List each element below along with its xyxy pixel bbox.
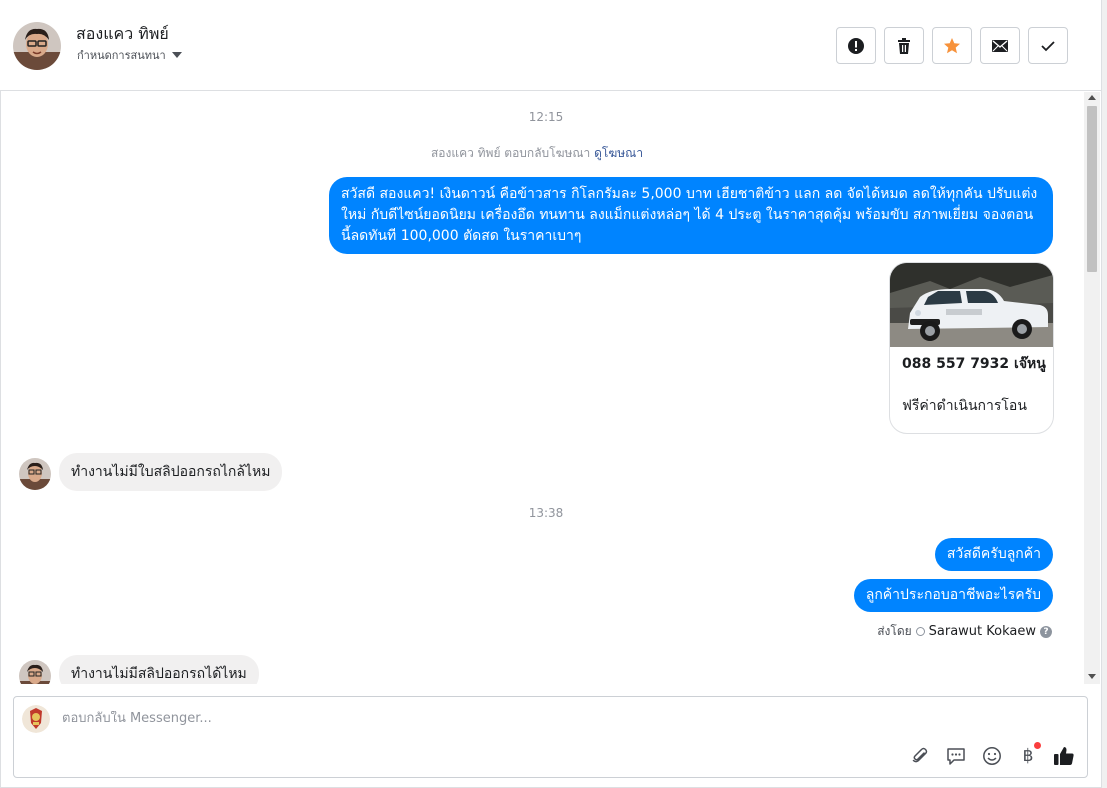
mark-unread-button[interactable] [980,27,1020,64]
help-icon[interactable]: ? [1040,625,1052,638]
car-image [890,263,1053,347]
timestamp: 13:38 [528,506,564,520]
caret-down-icon [171,52,182,58]
contact-avatar[interactable] [13,22,61,70]
like-button[interactable] [1053,745,1075,767]
incoming-message: ทำงานไม่มีใบสลิปออกรถไกล้ไหม [59,453,283,491]
view-ad-link[interactable]: ดูโฆษณา [594,146,643,160]
attach-button[interactable] [909,745,931,767]
scrollbar-thumb[interactable] [1087,106,1097,272]
composer-tools: ฿ [909,742,1075,767]
message-thread[interactable]: 12:15 สองแคว ทิพย์ ตอบกลับโฆษณา ดูโฆษณา … [1,92,1084,684]
delete-button[interactable] [884,27,924,64]
ad-card[interactable]: 088 557 7932 เจ๊หนู ฟรีค่าดำเนินการโอน [889,262,1054,434]
contact-avatar-small [19,660,51,684]
sent-by-info: ส่งโดย Sarawut Kokaew ? [877,622,1052,641]
saved-replies-button[interactable] [945,745,967,767]
assign-conversation-dropdown[interactable]: กำหนดการสนทนา [77,46,182,64]
star-icon [944,37,960,53]
paperclip-icon [912,747,928,763]
thumbs-up-icon [1054,747,1074,765]
star-button[interactable] [932,27,972,64]
ad-reply-text: สองแคว ทิพย์ ตอบกลับโฆษณา [430,146,591,160]
outgoing-message: สวัสดี สองแคว! เงินดาวน์ คือข้าวสาร กิโล… [329,177,1053,254]
timestamp: 12:15 [528,110,564,124]
incoming-message: ทำงานไม่มีสลิปออกรถได้ไหม [59,655,259,684]
smiley-icon [983,747,1001,765]
baht-icon: ฿ [1022,746,1034,766]
outgoing-message: สวัสดีครับลูกค้า [934,538,1053,571]
envelope-icon [992,39,1008,52]
ad-reply-notice: สองแคว ทิพย์ ตอบกลับโฆษณา ดูโฆษณา [1,144,1073,163]
checkmark-icon [1041,40,1055,51]
card-title: 088 557 7932 เจ๊หนู [902,356,1046,372]
card-subtitle: ฟรีค่าดำเนินการโอน [902,398,1027,414]
thread-scrollbar[interactable] [1084,92,1100,684]
window-edge [1101,0,1107,788]
chat-bubble-icon [947,748,965,765]
scroll-down-icon[interactable] [1088,674,1096,679]
contact-avatar-small [19,458,51,490]
header-actions [836,27,1068,64]
trash-icon [898,37,910,54]
payment-button[interactable]: ฿ [1017,742,1041,767]
mark-done-button[interactable] [1028,27,1068,64]
reply-input[interactable] [62,711,862,726]
emoji-button[interactable] [981,745,1003,767]
notification-dot [1034,742,1041,749]
conversation-header: สองแคว ทิพย์ กำหนดการสนทนา [0,0,1101,91]
scroll-up-icon[interactable] [1088,95,1096,100]
sent-by-label: ส่งโดย [877,624,912,638]
contact-name[interactable]: สองแคว ทิพย์ [76,22,169,47]
reply-composer: ฿ [13,696,1088,778]
outgoing-message: ลูกค้าประกอบอาชีพอะไรครับ [853,579,1053,612]
mark-spam-button[interactable] [836,27,876,64]
sent-by-agent[interactable]: Sarawut Kokaew [929,624,1036,639]
assign-conversation-label: กำหนดการสนทนา [77,49,166,62]
alert-icon [848,37,864,54]
page-avatar [22,705,50,733]
sent-status-icon [915,627,925,636]
